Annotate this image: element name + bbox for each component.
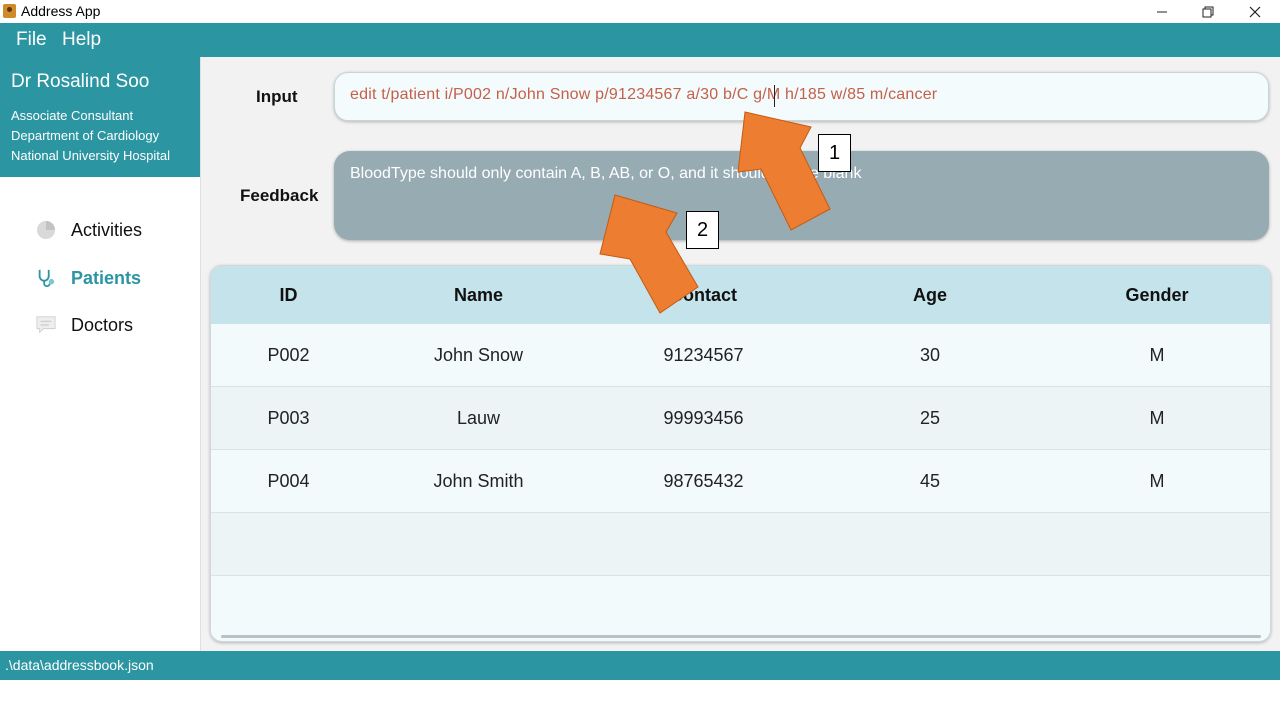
annotation-label-2: 2 — [686, 211, 719, 249]
cell-id: P004 — [267, 470, 310, 491]
command-input[interactable]: edit t/patient i/P002 n/John Snow p/9123… — [334, 72, 1269, 121]
status-file-path: .\data\addressbook.json — [5, 657, 154, 673]
column-header-id[interactable]: ID — [211, 266, 366, 324]
column-header-contact[interactable]: Contact — [591, 266, 816, 324]
patients-table: ID Name Contact Age Gender P002 John Sno… — [210, 265, 1271, 642]
close-icon — [1249, 6, 1261, 17]
horizontal-scrollbar[interactable] — [221, 635, 1261, 638]
restore-icon — [1202, 6, 1214, 17]
pie-chart-icon — [36, 220, 56, 240]
cell-id: P003 — [267, 407, 310, 428]
cell-age: 45 — [919, 470, 941, 491]
cell-name: Lauw — [456, 407, 501, 428]
column-header-gender[interactable]: Gender — [1044, 266, 1270, 324]
column-header-age[interactable]: Age — [816, 266, 1044, 324]
restore-button[interactable] — [1185, 0, 1231, 23]
sidebar-item-activities[interactable]: Activities — [36, 215, 142, 245]
status-bar: .\data\addressbook.json — [0, 651, 1280, 680]
app-icon — [3, 4, 16, 18]
stethoscope-icon — [36, 268, 56, 288]
cell-name: John Smith — [433, 470, 524, 491]
cell-gender: M — [1149, 470, 1165, 491]
cell-contact: 99993456 — [663, 407, 744, 428]
table-row-empty — [211, 513, 1270, 576]
annotation-label-1: 1 — [818, 134, 851, 172]
sidebar-item-label: Activities — [71, 219, 143, 240]
profile-name: Dr Rosalind Soo — [11, 71, 150, 92]
feedback-label: Feedback — [240, 186, 319, 205]
sidebar-item-label: Patients — [71, 267, 142, 288]
table-row[interactable]: P002 John Snow 91234567 30 M — [211, 324, 1270, 387]
sidebar-item-label: Doctors — [71, 314, 134, 335]
close-button[interactable] — [1232, 0, 1278, 23]
profile-title: Associate Consultant — [11, 108, 134, 123]
menu-bar: File Help — [0, 23, 1280, 57]
menu-file[interactable]: File — [16, 29, 47, 51]
window-titlebar: Address App — [0, 0, 1280, 23]
cell-contact: 98765432 — [663, 470, 744, 491]
minimize-icon — [1157, 11, 1167, 12]
cell-gender: M — [1149, 344, 1165, 365]
table-row-empty — [211, 576, 1270, 638]
command-input-value: edit t/patient i/P002 n/John Snow p/9123… — [350, 86, 938, 103]
cell-age: 30 — [919, 344, 941, 365]
cell-name: John Snow — [433, 344, 524, 365]
sidebar — [0, 177, 200, 651]
cell-id: P002 — [267, 344, 310, 365]
profile-hospital: National University Hospital — [11, 148, 170, 163]
menu-help[interactable]: Help — [62, 29, 101, 51]
input-label: Input — [256, 87, 298, 106]
feedback-message: BloodType should only contain A, B, AB, … — [350, 165, 862, 182]
doctor-profile: Dr Rosalind Soo Associate Consultant Dep… — [0, 57, 200, 177]
text-caret — [774, 85, 775, 107]
column-header-name[interactable]: Name — [366, 266, 591, 324]
table-row[interactable]: P003 Lauw 99993456 25 M — [211, 387, 1270, 450]
cell-contact: 91234567 — [663, 344, 744, 365]
cell-age: 25 — [919, 407, 941, 428]
sidebar-item-doctors[interactable]: Doctors — [36, 310, 133, 340]
sidebar-item-patients[interactable]: Patients — [36, 263, 141, 293]
feedback-box: BloodType should only contain A, B, AB, … — [334, 151, 1269, 240]
table-header: ID Name Contact Age Gender — [211, 266, 1270, 324]
chat-icon — [36, 315, 56, 335]
profile-department: Department of Cardiology — [11, 128, 160, 143]
cell-gender: M — [1149, 407, 1165, 428]
window-title: Address App — [21, 3, 101, 19]
minimize-button[interactable] — [1139, 0, 1185, 23]
table-row[interactable]: P004 John Smith 98765432 45 M — [211, 450, 1270, 513]
